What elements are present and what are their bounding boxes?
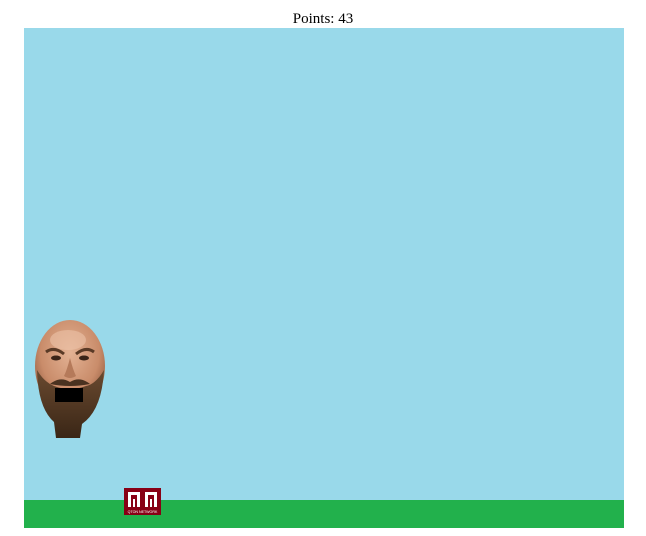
points-counter: Points: 43 [0,10,646,28]
bearded-man-face-icon [35,320,105,438]
game-canvas[interactable]: QTON NETWORK [24,28,624,528]
points-label: Points: [292,11,335,27]
sky-area [24,28,624,500]
ground-strip [24,500,624,528]
points-value: 43 [338,11,354,27]
obstacle-caption: QTON NETWORK [128,510,158,514]
red-logo-block-icon: QTON NETWORK [124,488,161,515]
